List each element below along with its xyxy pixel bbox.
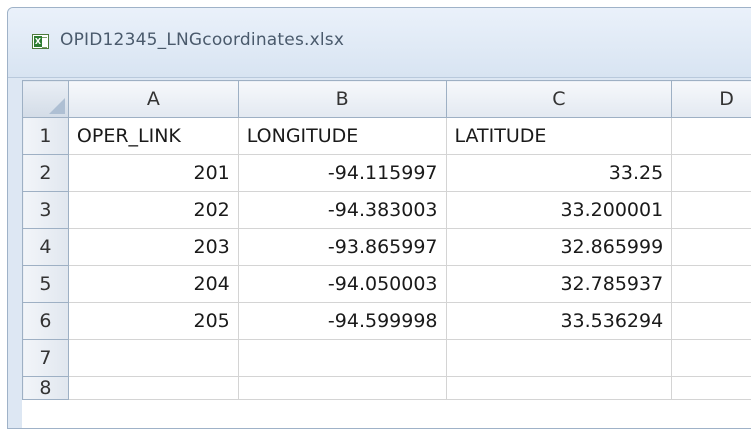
cell-b4[interactable]: -93.865997 — [238, 229, 446, 266]
cell-d6[interactable] — [672, 303, 751, 340]
select-all-corner[interactable] — [23, 81, 69, 118]
cell-c7[interactable] — [446, 340, 672, 377]
cell-a5[interactable]: 204 — [68, 266, 238, 303]
cell-c5[interactable]: 32.785937 — [446, 266, 672, 303]
table-row: 1 OPER_LINK LONGITUDE LATITUDE — [23, 118, 751, 155]
table-row: 7 — [23, 340, 751, 377]
column-header-d[interactable]: D — [672, 81, 751, 118]
column-header-a[interactable]: A — [68, 81, 238, 118]
cell-d2[interactable] — [672, 155, 751, 192]
cell-b5[interactable]: -94.050003 — [238, 266, 446, 303]
cell-d7[interactable] — [672, 340, 751, 377]
cell-b8[interactable] — [238, 377, 446, 400]
cell-a7[interactable] — [68, 340, 238, 377]
column-header-c[interactable]: C — [446, 81, 672, 118]
row-header-5[interactable]: 5 — [23, 266, 69, 303]
worksheet-grid[interactable]: A B C D 1 OPER_LINK LONGITUDE LATITUDE 2… — [22, 80, 751, 429]
table-row: 2 201 -94.115997 33.25 — [23, 155, 751, 192]
cell-b1[interactable]: LONGITUDE — [238, 118, 446, 155]
window-title-bar[interactable]: X OPID12345_LNGcoordinates.xlsx — [8, 8, 751, 78]
row-header-6[interactable]: 6 — [23, 303, 69, 340]
cell-d8[interactable] — [672, 377, 751, 400]
row-header-4[interactable]: 4 — [23, 229, 69, 266]
cell-c4[interactable]: 32.865999 — [446, 229, 672, 266]
cell-d3[interactable] — [672, 192, 751, 229]
column-header-row: A B C D — [23, 81, 751, 118]
cell-c2[interactable]: 33.25 — [446, 155, 672, 192]
table-row: 5 204 -94.050003 32.785937 — [23, 266, 751, 303]
row-header-8[interactable]: 8 — [23, 377, 69, 400]
row-header-2[interactable]: 2 — [23, 155, 69, 192]
cell-b6[interactable]: -94.599998 — [238, 303, 446, 340]
column-header-b[interactable]: B — [238, 81, 446, 118]
cell-a8[interactable] — [68, 377, 238, 400]
table-row: 6 205 -94.599998 33.536294 — [23, 303, 751, 340]
cell-c3[interactable]: 33.200001 — [446, 192, 672, 229]
cell-b2[interactable]: -94.115997 — [238, 155, 446, 192]
cell-a4[interactable]: 203 — [68, 229, 238, 266]
cell-d1[interactable] — [672, 118, 751, 155]
row-header-7[interactable]: 7 — [23, 340, 69, 377]
cell-a1[interactable]: OPER_LINK — [68, 118, 238, 155]
cell-c8[interactable] — [446, 377, 672, 400]
cell-b7[interactable] — [238, 340, 446, 377]
excel-file-icon: X — [32, 34, 49, 49]
row-header-3[interactable]: 3 — [23, 192, 69, 229]
cell-c1[interactable]: LATITUDE — [446, 118, 672, 155]
cell-a6[interactable]: 205 — [68, 303, 238, 340]
cell-d4[interactable] — [672, 229, 751, 266]
cell-b3[interactable]: -94.383003 — [238, 192, 446, 229]
cell-a2[interactable]: 201 — [68, 155, 238, 192]
table-row: 3 202 -94.383003 33.200001 — [23, 192, 751, 229]
spreadsheet-window: X OPID12345_LNGcoordinates.xlsx A B C D … — [7, 7, 751, 429]
table-row: 8 — [23, 377, 751, 400]
window-title: OPID12345_LNGcoordinates.xlsx — [60, 30, 344, 50]
cell-grid: A B C D 1 OPER_LINK LONGITUDE LATITUDE 2… — [22, 80, 751, 400]
cell-c6[interactable]: 33.536294 — [446, 303, 672, 340]
row-header-1[interactable]: 1 — [23, 118, 69, 155]
cell-a3[interactable]: 202 — [68, 192, 238, 229]
cell-d5[interactable] — [672, 266, 751, 303]
table-row: 4 203 -93.865997 32.865999 — [23, 229, 751, 266]
